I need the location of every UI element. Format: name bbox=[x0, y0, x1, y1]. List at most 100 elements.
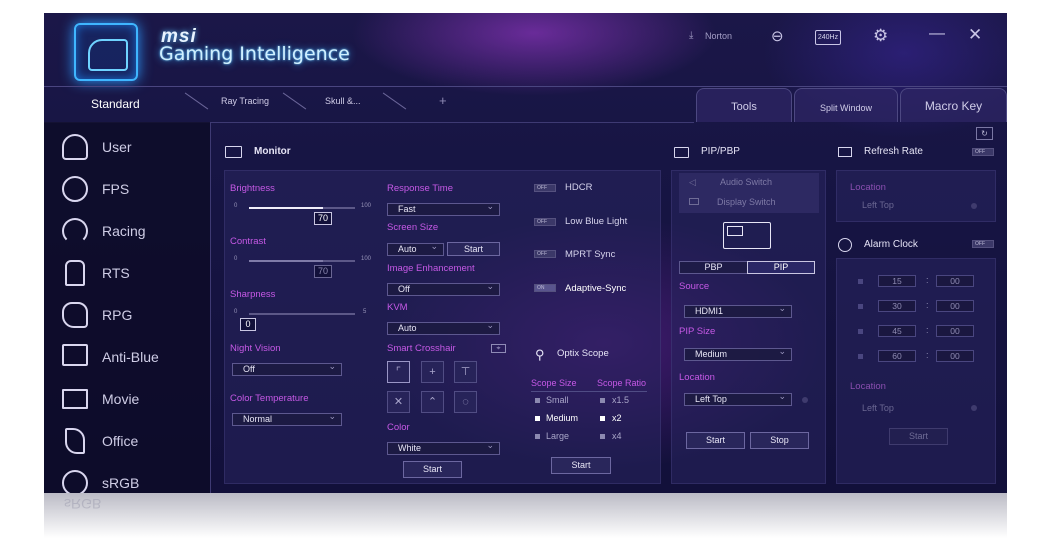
film-icon bbox=[62, 389, 88, 409]
sharpness-label: Sharpness bbox=[230, 289, 276, 300]
kvm-dropdown[interactable]: Auto bbox=[387, 320, 500, 335]
minimize-icon[interactable]: — bbox=[929, 25, 945, 43]
crosshair-style-2-button[interactable]: + bbox=[421, 361, 444, 383]
response-time-dropdown[interactable]: Fast bbox=[387, 201, 500, 216]
pip-icon bbox=[674, 147, 689, 158]
sidebar-item-racing[interactable]: Racing bbox=[44, 214, 210, 250]
scope-size-large-radio[interactable] bbox=[535, 434, 540, 439]
monitor-icon bbox=[225, 146, 242, 158]
pip-location-indicator bbox=[802, 397, 808, 403]
refresh-rate-toggle[interactable]: OFF bbox=[972, 148, 994, 156]
tab-tools[interactable]: Tools bbox=[696, 88, 792, 122]
sidebar-item-rpg[interactable]: RPG bbox=[44, 298, 210, 334]
gear-icon[interactable]: ⚙ bbox=[873, 26, 888, 46]
pip-location-label: Location bbox=[679, 372, 715, 383]
night-vision-dropdown[interactable]: Off bbox=[232, 361, 342, 376]
scope-size-medium-radio[interactable] bbox=[535, 416, 540, 421]
alarm-location-value[interactable]: Left Top bbox=[862, 403, 894, 413]
pip-stop-button[interactable]: Stop bbox=[750, 432, 809, 449]
alarm-row-2-separator: : bbox=[926, 300, 929, 310]
optix-scope-start-button[interactable]: Start bbox=[551, 457, 611, 474]
night-vision-label: Night Vision bbox=[230, 343, 281, 354]
sharpness-value[interactable]: 0 bbox=[240, 318, 256, 331]
reset-icon[interactable]: ↻ bbox=[976, 127, 993, 140]
mode-pip-button[interactable]: PIP bbox=[747, 261, 815, 274]
scope-size-small-radio[interactable] bbox=[535, 398, 540, 403]
crosshair-position-icon[interactable]: ⌖ bbox=[491, 344, 506, 353]
alarm-row-1-minutes[interactable]: 15 bbox=[878, 275, 916, 287]
alarm-row-2-minutes[interactable]: 30 bbox=[878, 300, 916, 312]
crosshair-style-6-button[interactable]: ◌ bbox=[454, 391, 477, 413]
crosshair-style-5-button[interactable]: ⌃ bbox=[421, 391, 444, 413]
crosshair-color-dropdown[interactable]: White bbox=[387, 440, 500, 455]
search-icon: ⚲ bbox=[535, 347, 545, 362]
contrast-min: 0 bbox=[234, 256, 238, 262]
hdcr-label: HDCR bbox=[565, 182, 593, 193]
pip-start-button[interactable]: Start bbox=[686, 432, 745, 449]
refresh-rate-badge-icon[interactable]: 240Hz bbox=[815, 30, 841, 45]
contrast-value[interactable]: 70 bbox=[314, 265, 332, 278]
pip-size-dropdown[interactable]: Medium bbox=[684, 346, 792, 361]
screen-size-start-button[interactable]: Start bbox=[447, 242, 500, 256]
sidebar-item-fps[interactable]: FPS bbox=[44, 172, 210, 208]
pen-icon bbox=[65, 428, 85, 454]
scope-ratio-2-radio[interactable] bbox=[600, 416, 605, 421]
norton-link[interactable]: Norton bbox=[705, 31, 732, 41]
alarm-row-2-seconds[interactable]: 00 bbox=[936, 300, 974, 312]
sidebar-item-anti-blue[interactable]: Anti-Blue bbox=[44, 340, 210, 376]
close-icon[interactable]: ✕ bbox=[968, 25, 982, 45]
alarm-row-3-seconds[interactable]: 00 bbox=[936, 325, 974, 337]
alarm-clock-title: Alarm Clock bbox=[864, 239, 918, 250]
tab-standard[interactable]: Standard bbox=[91, 97, 140, 111]
sidebar-item-srgb[interactable]: sRGB bbox=[44, 466, 210, 493]
pip-pbp-title: PIP/PBP bbox=[701, 146, 740, 157]
screen-size-dropdown[interactable]: Auto bbox=[387, 241, 444, 256]
source-dropdown[interactable]: HDMI1 bbox=[684, 303, 792, 318]
sidebar-item-movie[interactable]: Movie bbox=[44, 382, 210, 418]
add-tab-button[interactable]: + bbox=[439, 93, 447, 108]
scope-ratio-1-5-radio[interactable] bbox=[600, 398, 605, 403]
sidebar-item-label: Office bbox=[102, 433, 139, 449]
crosshair-style-1-button[interactable]: ⌜ bbox=[387, 361, 410, 383]
alarm-row-1-marker bbox=[858, 279, 863, 284]
refresh-location-value[interactable]: Left Top bbox=[862, 200, 894, 210]
mode-pbp-button[interactable]: PBP bbox=[679, 261, 748, 274]
tab-skull[interactable]: Skull &... bbox=[325, 96, 361, 106]
brightness-value[interactable]: 70 bbox=[314, 212, 332, 225]
pip-preview-icon bbox=[723, 222, 771, 249]
tab-ray-tracing[interactable]: Ray Tracing bbox=[221, 96, 269, 106]
display-switch-button[interactable]: Display Switch bbox=[717, 197, 776, 207]
alarm-clock-toggle[interactable]: OFF bbox=[972, 240, 994, 248]
image-enhancement-dropdown[interactable]: Off bbox=[387, 281, 500, 296]
crosshair-style-4-button[interactable]: ✕ bbox=[387, 391, 410, 413]
smart-crosshair-label: Smart Crosshair bbox=[387, 343, 456, 354]
tab-split-window[interactable]: Split Window bbox=[794, 88, 898, 122]
crosshair-style-3-button[interactable]: ⊤ bbox=[454, 361, 477, 383]
audio-switch-button[interactable]: Audio Switch bbox=[720, 177, 772, 187]
color-temperature-dropdown[interactable]: Normal bbox=[232, 411, 342, 426]
kvm-label: KVM bbox=[387, 302, 408, 313]
sidebar-item-rts[interactable]: RTS bbox=[44, 256, 210, 292]
alarm-row-3-minutes[interactable]: 45 bbox=[878, 325, 916, 337]
alarm-row-4-minutes[interactable]: 60 bbox=[878, 350, 916, 362]
low-blue-light-toggle[interactable]: OFF bbox=[534, 218, 556, 226]
sidebar-item-user[interactable]: User bbox=[44, 130, 210, 166]
sidebar-item-label: Anti-Blue bbox=[102, 349, 159, 365]
sharpness-slider[interactable] bbox=[249, 313, 355, 315]
alarm-start-button[interactable]: Start bbox=[889, 428, 948, 445]
refresh-rate-panel bbox=[836, 170, 996, 222]
alarm-row-4-seconds[interactable]: 00 bbox=[936, 350, 974, 362]
app-title: Gaming Intelligence bbox=[159, 43, 350, 65]
alarm-row-1-seconds[interactable]: 00 bbox=[936, 275, 974, 287]
minus-circle-icon[interactable]: ⊖ bbox=[771, 27, 784, 45]
crosshair-start-button[interactable]: Start bbox=[403, 461, 462, 478]
download-icon[interactable]: ⤓ bbox=[689, 30, 693, 41]
hdcr-toggle[interactable]: OFF bbox=[534, 184, 556, 192]
pip-location-dropdown[interactable]: Left Top bbox=[684, 391, 792, 406]
scope-size-small-label: Small bbox=[546, 395, 569, 405]
tab-macro-key[interactable]: Macro Key bbox=[900, 88, 1007, 122]
sidebar-item-office[interactable]: Office bbox=[44, 424, 210, 460]
mprt-sync-toggle[interactable]: OFF bbox=[534, 250, 556, 258]
adaptive-sync-toggle[interactable]: ON bbox=[534, 284, 556, 292]
scope-ratio-4-radio[interactable] bbox=[600, 434, 605, 439]
